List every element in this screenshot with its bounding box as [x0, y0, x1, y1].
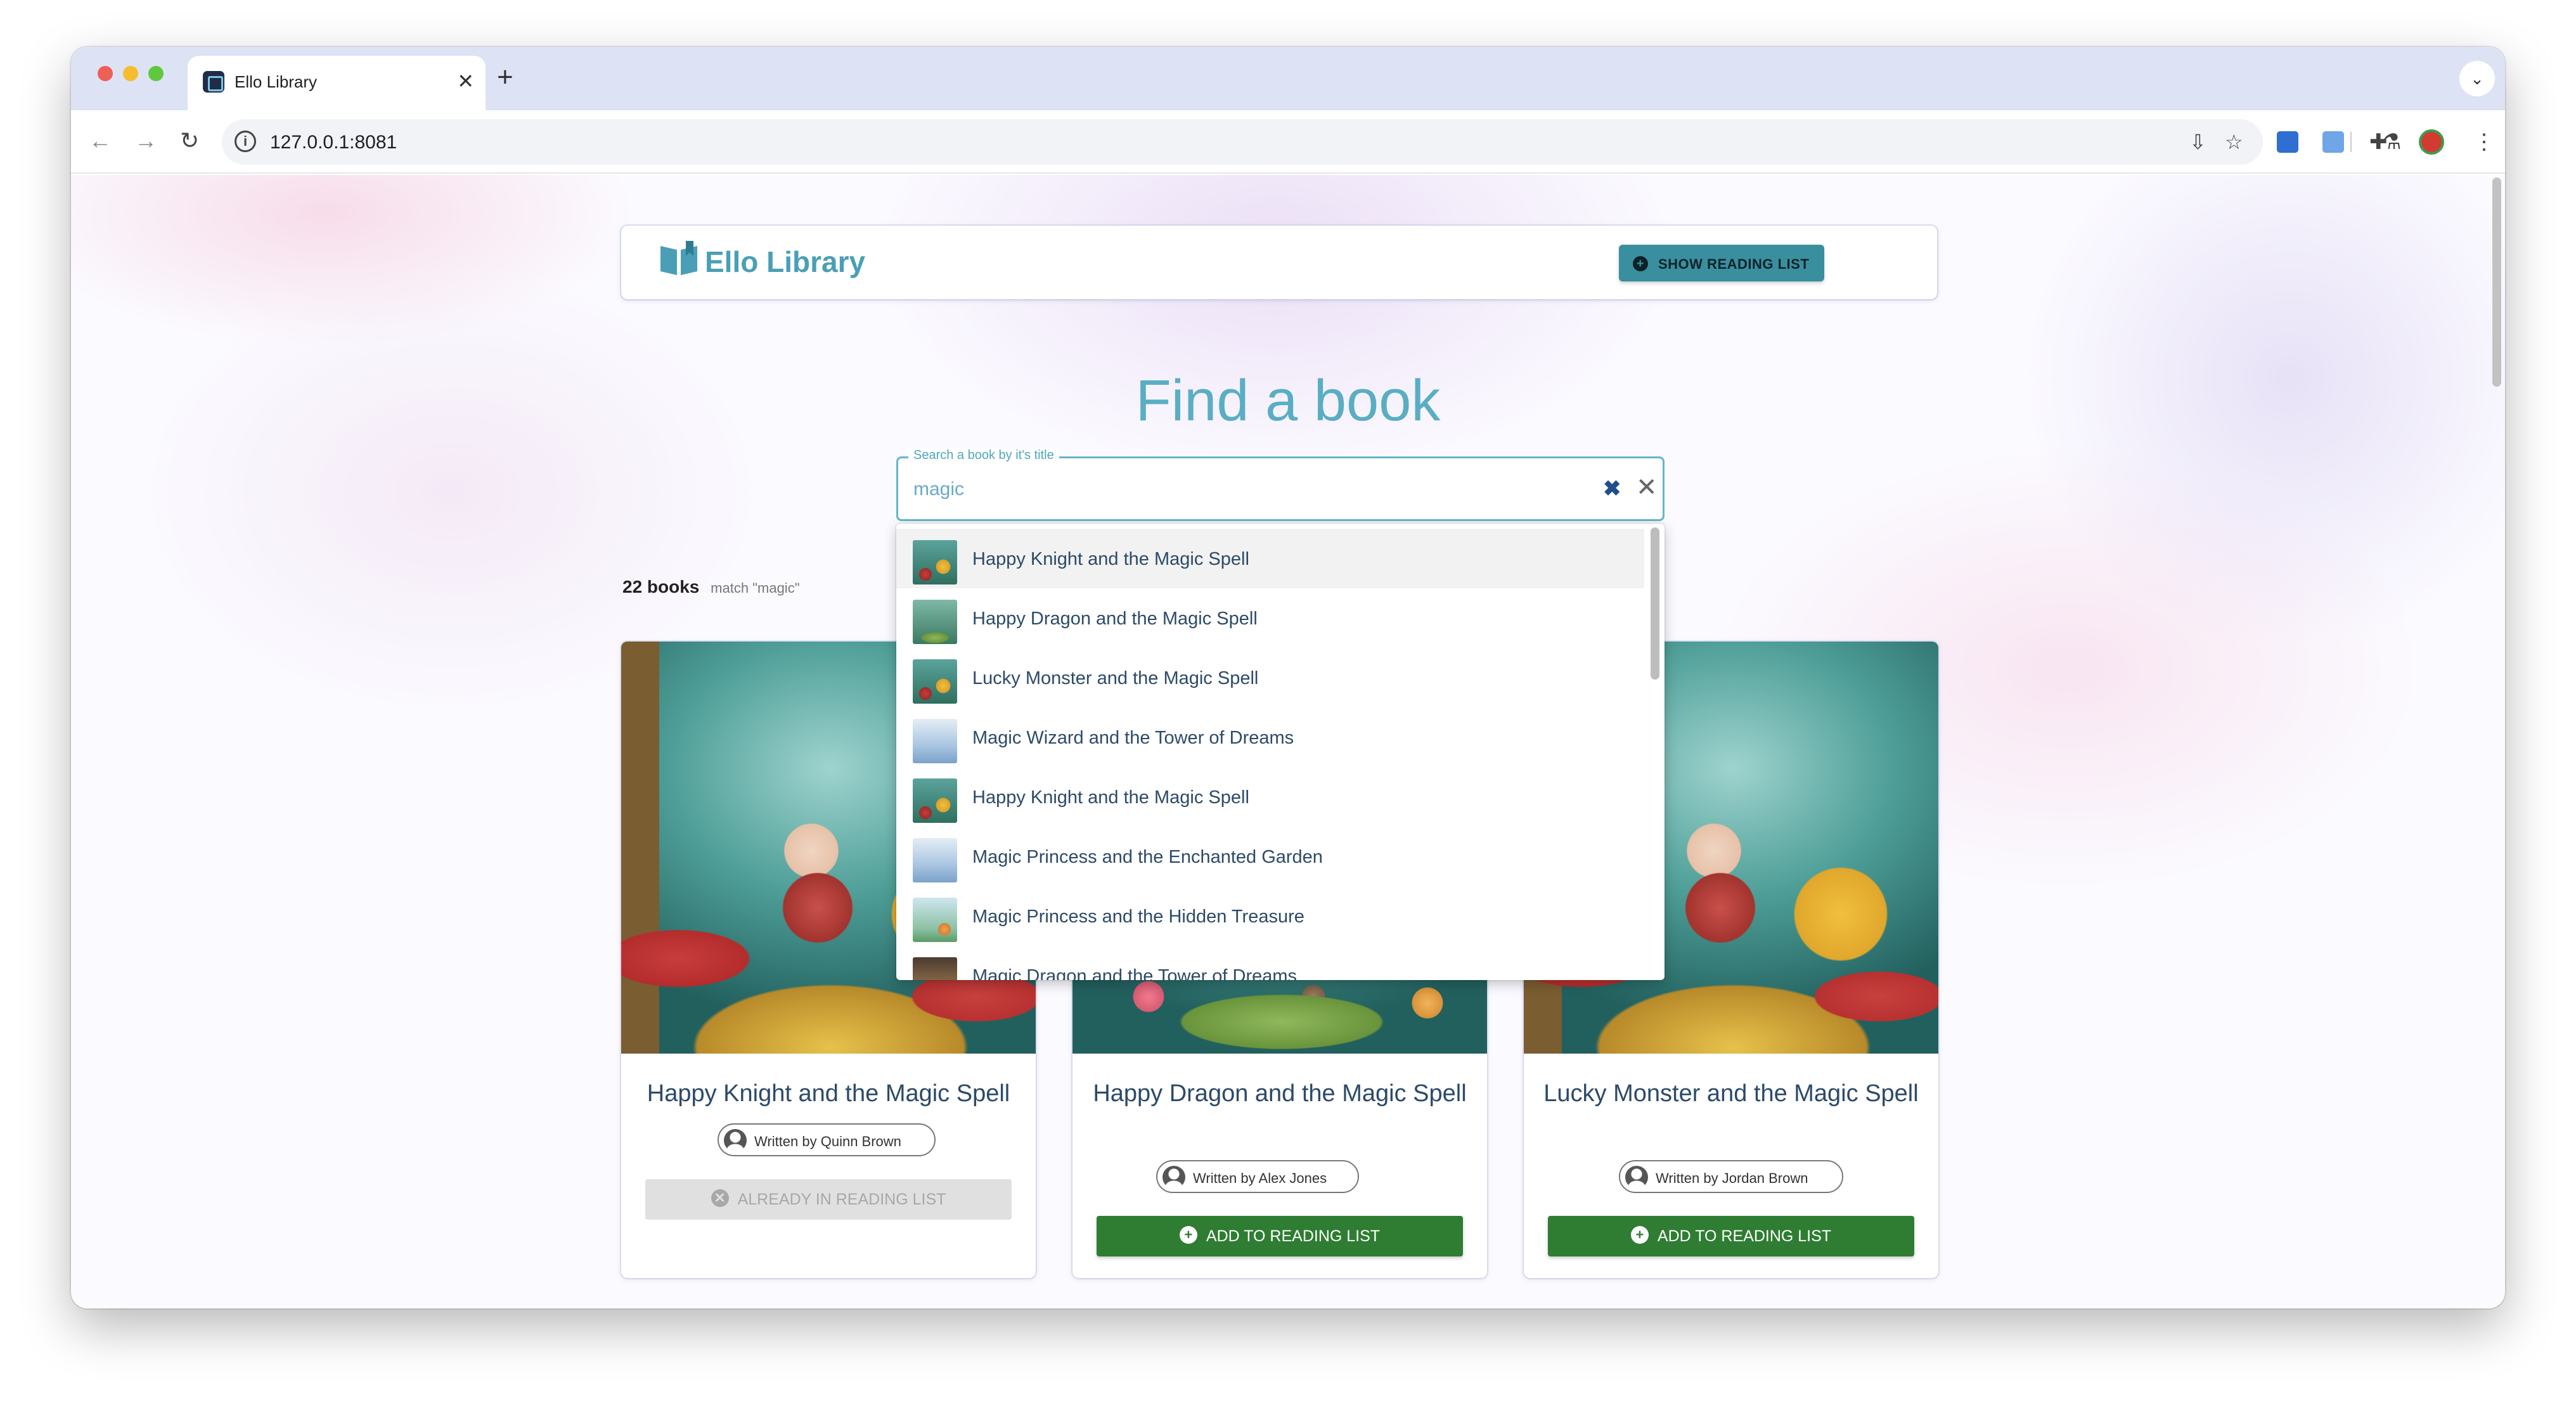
suggestion-item[interactable]: Lucky Monster and the Magic Spell: [896, 648, 1644, 707]
bookmark-star-icon[interactable]: ☆: [2225, 131, 2243, 153]
suggestion-thumbnail: [913, 778, 957, 823]
suggestion-item[interactable]: Happy Knight and the Magic Spell: [896, 529, 1644, 588]
suggestion-item[interactable]: Happy Knight and the Magic Spell: [896, 767, 1644, 827]
close-window-button[interactable]: [98, 66, 113, 81]
book-open-icon: [660, 241, 697, 275]
app-header: Ello Library + SHOW READING LIST: [621, 226, 1937, 299]
author-chip[interactable]: Written by Quinn Brown: [718, 1123, 936, 1156]
browser-menu-icon[interactable]: ⋮: [2473, 129, 2495, 155]
suggestion-label: Happy Knight and the Magic Spell: [972, 787, 1249, 808]
result-count-number: 22 books: [622, 577, 700, 597]
reload-button[interactable]: ↻: [180, 127, 199, 155]
page-viewport: Ello Library + SHOW READING LIST Find a …: [71, 175, 2505, 1308]
author-name: Written by Jordan Brown: [1656, 1170, 1808, 1186]
button-label: ALREADY IN READING LIST: [737, 1191, 946, 1208]
plus-circle-icon: +: [1630, 1226, 1649, 1244]
clear-search-icon[interactable]: ✖: [1603, 476, 1621, 501]
new-tab-button[interactable]: +: [497, 63, 513, 91]
person-icon: [1625, 1166, 1648, 1189]
app-logo-text[interactable]: Ello Library: [705, 245, 865, 279]
page-scrollbar[interactable]: [2492, 178, 2501, 387]
book-title: Lucky Monster and the Magic Spell: [1543, 1080, 1919, 1107]
suggestion-item[interactable]: Magic Princess and the Hidden Treasure: [896, 886, 1644, 946]
extension-icon-2[interactable]: [2322, 131, 2344, 153]
url-text[interactable]: 127.0.0.1:8081: [270, 132, 397, 153]
address-bar[interactable]: i 127.0.0.1:8081 ⇩ ☆: [222, 119, 2263, 165]
person-icon: [1162, 1166, 1185, 1189]
search-label: Search a book by it's title: [908, 448, 1059, 463]
show-reading-list-label: SHOW READING LIST: [1658, 256, 1810, 272]
install-app-icon[interactable]: ⇩: [2189, 131, 2206, 153]
close-dropdown-icon[interactable]: ✕: [1636, 475, 1658, 500]
favicon-icon: [203, 71, 224, 93]
search-suggestions: Happy Knight and the Magic Spell Happy D…: [896, 524, 1665, 980]
suggestion-item[interactable]: Magic Princess and the Enchanted Garden: [896, 827, 1644, 886]
author-chip[interactable]: Written by Alex Jones: [1156, 1160, 1359, 1193]
profile-avatar[interactable]: [2419, 129, 2444, 155]
forward-button[interactable]: →: [134, 127, 157, 155]
person-icon: [724, 1129, 747, 1152]
tab-close-icon[interactable]: ✕: [457, 68, 474, 94]
suggestion-label: Magic Princess and the Enchanted Garden: [972, 847, 1323, 867]
button-label: ADD TO READING LIST: [1657, 1227, 1832, 1245]
tab-search-button[interactable]: ⌄: [2459, 61, 2495, 96]
suggestion-label: Happy Dragon and the Magic Spell: [972, 609, 1258, 629]
suggestion-label: Happy Knight and the Magic Spell: [972, 549, 1249, 569]
plus-circle-icon: +: [1633, 256, 1648, 271]
suggestion-item[interactable]: Magic Wizard and the Tower of Dreams: [896, 707, 1644, 767]
suggestion-item[interactable]: Magic Dragon and the Tower of Dreams: [896, 946, 1644, 980]
suggestion-thumbnail: [913, 540, 957, 584]
labs-flask-icon[interactable]: ⚗: [2382, 129, 2401, 155]
minimize-window-button[interactable]: [123, 66, 138, 81]
add-to-reading-list-button[interactable]: + ADD TO READING LIST: [1548, 1216, 1914, 1256]
suggestion-item[interactable]: Happy Dragon and the Magic Spell: [896, 588, 1644, 648]
page-title: Find a book: [1135, 368, 1441, 433]
result-match-text: match "magic": [711, 580, 800, 596]
show-reading-list-button[interactable]: + SHOW READING LIST: [1619, 245, 1824, 281]
suggestion-thumbnail: [913, 838, 957, 882]
book-title: Happy Knight and the Magic Spell: [647, 1080, 1010, 1107]
button-label: ADD TO READING LIST: [1206, 1227, 1381, 1245]
add-to-reading-list-button[interactable]: + ADD TO READING LIST: [1097, 1216, 1463, 1256]
author-name: Written by Quinn Brown: [754, 1133, 901, 1149]
suggestion-label: Lucky Monster and the Magic Spell: [972, 668, 1259, 688]
site-info-icon[interactable]: i: [235, 131, 256, 152]
suggestion-thumbnail: [913, 957, 957, 980]
extension-icon[interactable]: [2277, 131, 2298, 153]
plus-circle-icon: +: [1179, 1226, 1197, 1244]
tab-title: Ello Library: [235, 72, 318, 91]
suggestion-thumbnail: [913, 600, 957, 644]
suggestion-label: Magic Dragon and the Tower of Dreams: [972, 966, 1298, 980]
search-input[interactable]: Search a book by it's title magic ✖ ✕: [896, 448, 1665, 521]
suggestion-thumbnail: [913, 659, 957, 704]
back-button[interactable]: ←: [89, 127, 112, 155]
browser-toolbar: ← → ↻ i 127.0.0.1:8081 ⇩ ☆ ✚ ⚗ ⋮: [71, 110, 2505, 174]
tab-strip: Ello Library ✕ + ⌄: [71, 47, 2505, 110]
author-name: Written by Alex Jones: [1193, 1170, 1327, 1186]
result-count: 22 books match "magic": [622, 577, 800, 597]
book-title: Happy Dragon and the Magic Spell: [1093, 1080, 1467, 1107]
browser-tab[interactable]: Ello Library ✕: [188, 56, 486, 110]
suggestions-scrollbar[interactable]: [1651, 527, 1659, 680]
maximize-window-button[interactable]: [148, 66, 164, 81]
suggestion-thumbnail: [913, 898, 957, 942]
browser-window: Ello Library ✕ + ⌄ ← → ↻ i 127.0.0.1:808…: [71, 47, 2505, 1308]
cancel-circle-icon: ✕: [711, 1189, 729, 1208]
author-chip[interactable]: Written by Jordan Brown: [1619, 1160, 1843, 1193]
search-value[interactable]: magic: [913, 479, 964, 500]
suggestion-thumbnail: [913, 719, 957, 763]
suggestion-label: Magic Wizard and the Tower of Dreams: [972, 728, 1294, 748]
toolbar-divider: [2350, 132, 2352, 152]
already-in-list-button: ✕ ALREADY IN READING LIST: [645, 1179, 1012, 1220]
suggestion-label: Magic Princess and the Hidden Treasure: [972, 907, 1304, 927]
